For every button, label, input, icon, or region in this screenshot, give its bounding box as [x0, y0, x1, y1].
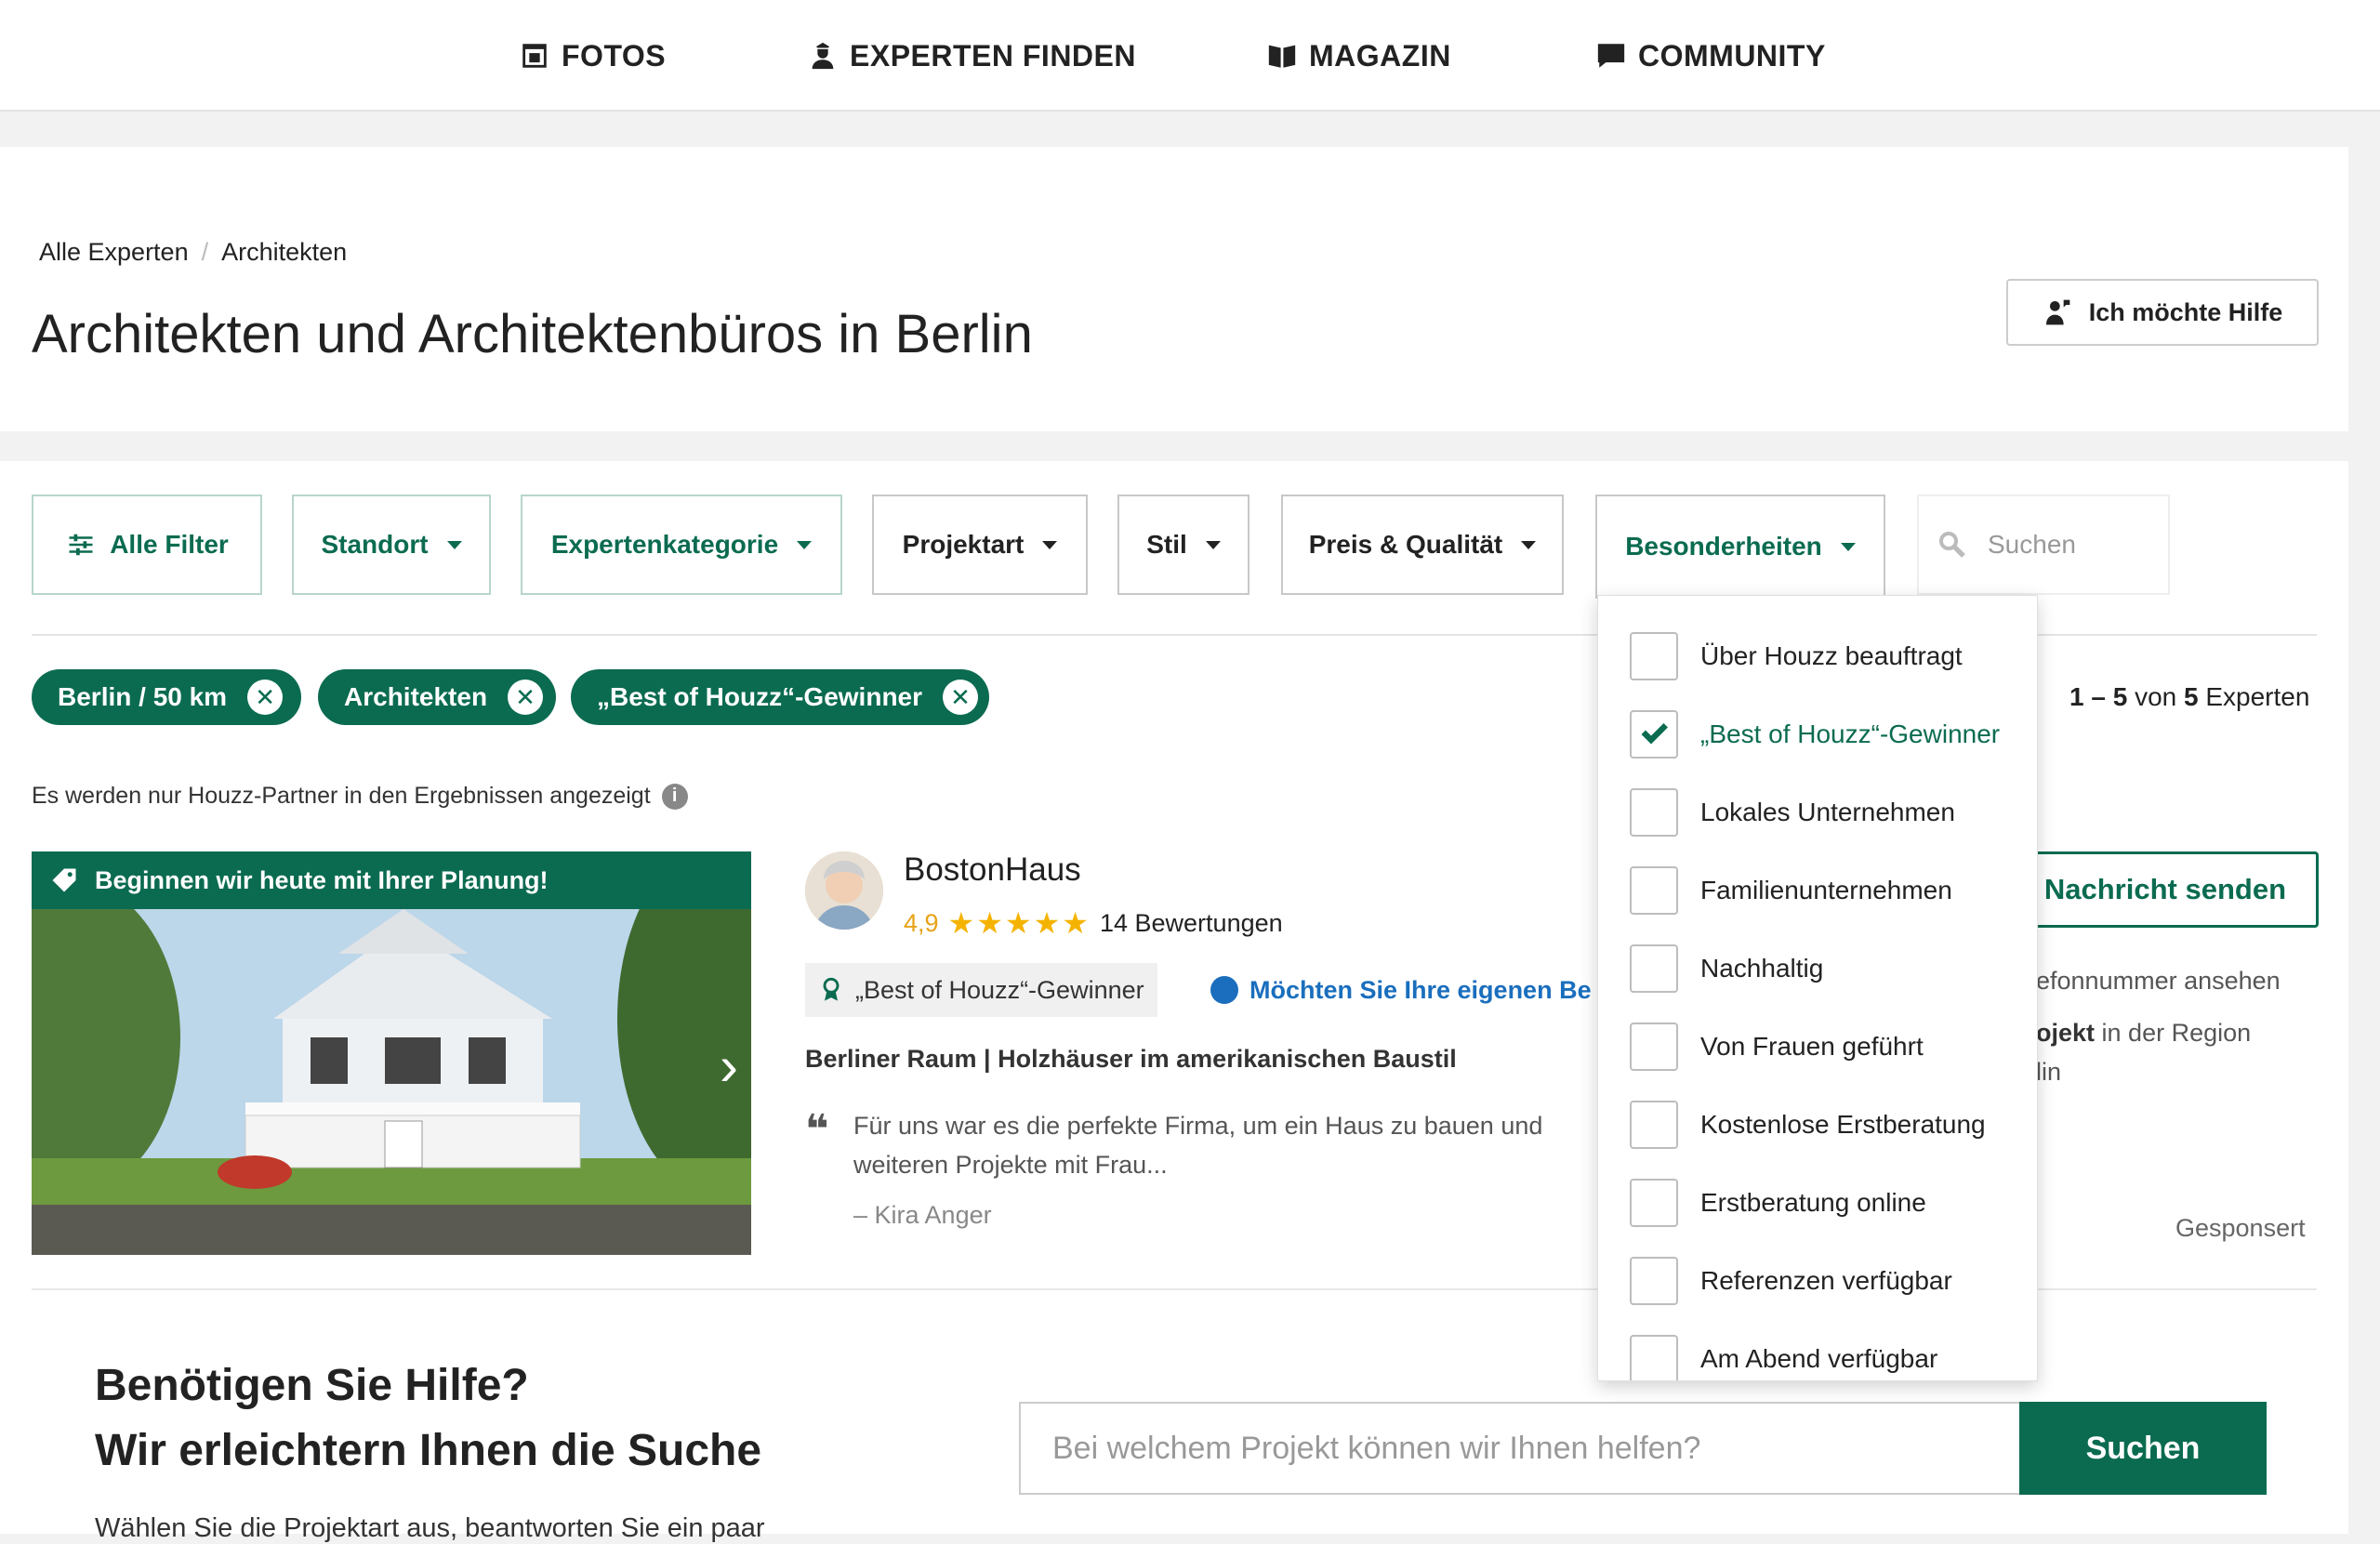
partner-note: Es werden nur Houzz-Partner in den Ergeb…: [32, 783, 688, 810]
active-filter-chip-best-of-houzz[interactable]: „Best of Houzz“-Gewinner ✕: [571, 669, 989, 725]
remove-chip-icon[interactable]: ✕: [943, 680, 978, 715]
help-section-title: Benötigen Sie Hilfe? Wir erleichtern Ihn…: [95, 1361, 762, 1475]
business-tagline: Berliner Raum | Holzhäuser im amerikanis…: [805, 1045, 1457, 1073]
star-rating-icon: ★★★★★: [947, 906, 1091, 940]
project-info: ojekt in der Region: [2036, 1019, 2252, 1047]
option-best-of-houzz[interactable]: „Best of Houzz“-Gewinner: [1630, 709, 2000, 759]
filter-stil[interactable]: Stil: [1117, 495, 1250, 595]
help-person-icon: [2045, 299, 2070, 325]
best-of-houzz-badge: „Best of Houzz“-Gewinner: [805, 963, 1157, 1017]
sponsored-label: Gesponsert: [2175, 1214, 2306, 1242]
review-quote: Für uns war es die perfekte Firma, um ei…: [853, 1112, 1543, 1179]
help-button[interactable]: Ich möchte Hilfe: [2006, 279, 2319, 346]
info-icon[interactable]: i: [661, 783, 688, 810]
business-name[interactable]: BostonHaus: [904, 851, 1081, 889]
avatar: [805, 851, 883, 930]
search-icon: [1939, 532, 1965, 558]
photo-icon: [522, 44, 547, 68]
checkbox[interactable]: [1630, 944, 1678, 993]
remove-chip-icon[interactable]: ✕: [247, 680, 284, 715]
filter-besonderheiten[interactable]: Besonderheiten: [1595, 495, 1885, 599]
review-author: – Kira Anger: [853, 1201, 992, 1229]
book-icon: [1268, 45, 1296, 68]
header-card: Alle Experten / Architekten Architekten …: [0, 147, 2348, 431]
breadcrumb-separator: /: [201, 238, 209, 266]
page-title: Architekten und Architektenbüros in Berl…: [32, 304, 1033, 364]
breadcrumb-item-architekten[interactable]: Architekten: [221, 238, 347, 267]
checkbox[interactable]: [1630, 788, 1678, 837]
trophy-icon: [1210, 976, 1238, 1004]
filter-preis-qualitaet[interactable]: Preis & Qualität: [1281, 495, 1564, 595]
checkbox[interactable]: [1630, 632, 1678, 680]
checkbox[interactable]: [1630, 1257, 1678, 1305]
active-filter-chip-location[interactable]: Berlin / 50 km ✕: [32, 669, 301, 725]
breadcrumb-item-alle-experten[interactable]: Alle Experten: [39, 238, 189, 267]
nav-item-experten[interactable]: EXPERTEN FINDEN: [807, 0, 1136, 112]
besonderheiten-dropdown: Über Houzz beauftragt „Best of Houzz“-Ge…: [1597, 595, 2038, 1381]
filter-expertenkategorie[interactable]: Expertenkategorie: [521, 495, 842, 595]
results-count: 1 – 5 von 5 Experten: [2069, 682, 2310, 711]
remove-chip-icon[interactable]: ✕: [508, 680, 544, 715]
sliders-icon: [69, 534, 93, 556]
option-kostenlose-erstberatung[interactable]: Kostenlose Erstberatung: [1630, 1100, 1986, 1150]
option-erstberatung-online[interactable]: Erstberatung online: [1630, 1178, 1926, 1228]
badge-promo-link[interactable]: Möchten Sie Ihre eigenen Be: [1210, 963, 1601, 1017]
project-search-input[interactable]: Bei welchem Projekt können wir Ihnen hel…: [1019, 1402, 2019, 1495]
caret-down-icon: [1205, 540, 1221, 549]
tag-icon: [52, 868, 76, 892]
caret-down-icon: [797, 540, 813, 549]
region-info: lin: [2036, 1058, 2062, 1086]
checkbox[interactable]: [1630, 1023, 1678, 1071]
send-message-button[interactable]: Nachricht senden: [2008, 851, 2319, 928]
option-von-frauen-gefuehrt[interactable]: Von Frauen geführt: [1630, 1022, 1924, 1072]
filter-projektart[interactable]: Projektart: [872, 495, 1088, 595]
nav-item-fotos[interactable]: FOTOS: [519, 0, 666, 112]
breadcrumb: Alle Experten / Architekten: [39, 238, 347, 267]
planning-banner: Beginnen wir heute mit Ihrer Planung!: [32, 851, 751, 909]
top-navigation: FOTOS EXPERTEN FINDEN MAGAZIN COMMUNITY: [0, 0, 2380, 112]
option-referenzen-verfuegbar[interactable]: Referenzen verfügbar: [1630, 1256, 1952, 1306]
filter-search-input[interactable]: Suchen: [1917, 495, 2170, 595]
option-familienunternehmen[interactable]: Familienunternehmen: [1630, 865, 1952, 916]
listing-image[interactable]: Beginnen wir heute mit Ihrer Planung! ›: [32, 851, 751, 1255]
checkbox[interactable]: [1630, 866, 1678, 915]
option-am-abend-verfuegbar[interactable]: Am Abend verfügbar: [1630, 1334, 1937, 1380]
option-ueber-houzz-beauftragt[interactable]: Über Houzz beauftragt: [1630, 631, 1963, 681]
checkmark-icon: [1641, 723, 1668, 745]
checkbox[interactable]: [1630, 1179, 1678, 1227]
chat-icon: [1597, 44, 1625, 68]
active-filter-chip-category[interactable]: Architekten ✕: [318, 669, 556, 725]
option-lokales-unternehmen[interactable]: Lokales Unternehmen: [1630, 787, 1955, 838]
nav-item-magazin[interactable]: MAGAZIN: [1266, 0, 1451, 112]
award-icon: [823, 977, 840, 1001]
caret-down-icon: [1042, 540, 1058, 549]
project-search-button[interactable]: Suchen: [2019, 1402, 2267, 1495]
chevron-right-icon[interactable]: ›: [720, 1034, 738, 1098]
help-section-subtitle: Wählen Sie die Projektart aus, beantwort…: [95, 1513, 765, 1543]
checkbox[interactable]: [1630, 1101, 1678, 1149]
caret-down-icon: [1521, 540, 1537, 549]
quote-icon: ❝: [805, 1107, 829, 1153]
nav-item-community[interactable]: COMMUNITY: [1595, 0, 1826, 112]
checkbox[interactable]: [1630, 710, 1678, 759]
caret-down-icon: [1840, 542, 1856, 551]
all-filters-button[interactable]: Alle Filter: [32, 495, 262, 595]
checkbox[interactable]: [1630, 1335, 1678, 1380]
phone-link[interactable]: efonnummer ansehen: [2036, 967, 2281, 996]
expert-icon: [812, 42, 834, 70]
rating: 4,9 ★★★★★ 14 Bewertungen: [904, 906, 1283, 940]
option-nachhaltig[interactable]: Nachhaltig: [1630, 944, 1823, 994]
house-photo: [32, 851, 751, 1255]
filter-standort[interactable]: Standort: [292, 495, 491, 595]
caret-down-icon: [446, 540, 462, 549]
